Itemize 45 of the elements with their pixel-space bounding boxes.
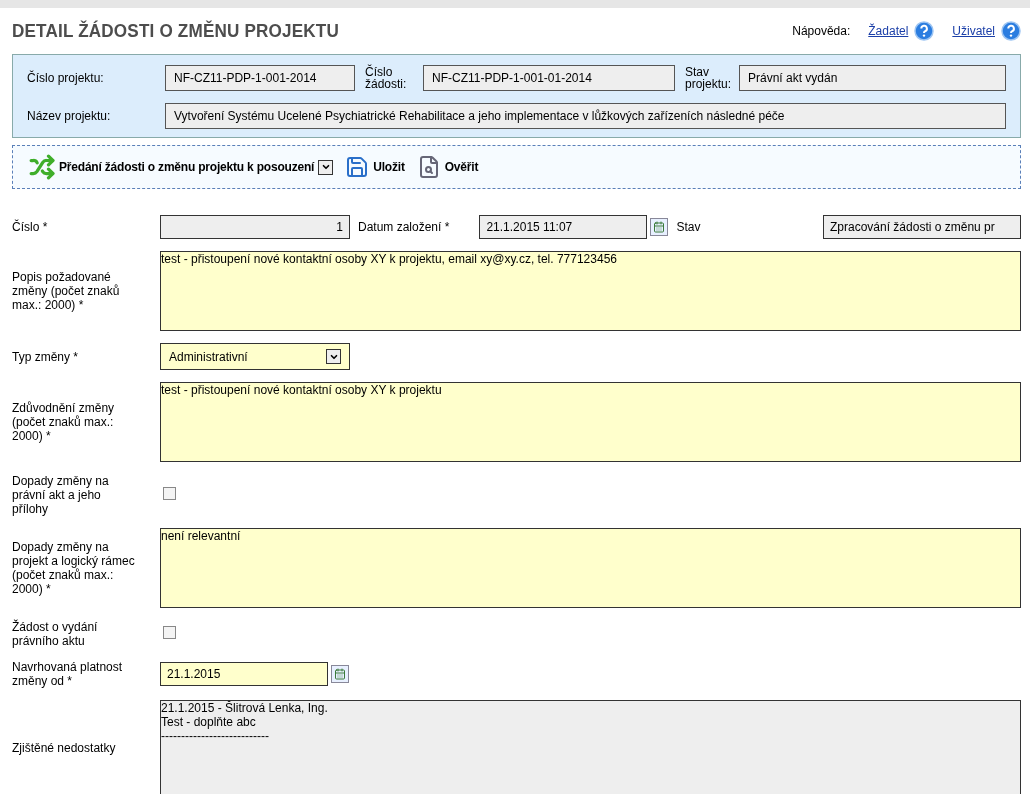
help-icon[interactable] bbox=[914, 21, 935, 41]
field-label: Stav bbox=[676, 220, 701, 234]
caret-icon[interactable] bbox=[318, 159, 334, 175]
submit-dropdown[interactable]: Předání žádosti o změnu projektu k posouzení bbox=[29, 154, 334, 180]
verify-button[interactable]: Ověřit bbox=[416, 155, 479, 179]
field-label: Dopady změny na projekt a logický rámec (počet znaků max.: 2000) * bbox=[12, 540, 136, 596]
date-field[interactable]: 21.1.2015 bbox=[160, 662, 328, 686]
help-icon[interactable] bbox=[1001, 21, 1021, 41]
field-label: Datum založení * bbox=[358, 220, 450, 234]
save-icon bbox=[345, 155, 370, 179]
help-link[interactable]: Uživatel bbox=[952, 24, 995, 38]
caret-icon[interactable] bbox=[326, 349, 341, 364]
field-label: Zjištěné nedostatky bbox=[12, 741, 117, 755]
field-label: Číslo žádosti: bbox=[364, 66, 408, 90]
state-field[interactable]: Zpracování žádosti o změnu pr bbox=[823, 215, 1021, 239]
help-link[interactable]: Žadatel bbox=[868, 24, 909, 38]
calendar-icon[interactable] bbox=[650, 218, 669, 236]
shuffle-icon bbox=[29, 154, 55, 180]
field-label: Číslo projektu: bbox=[27, 72, 105, 84]
calendar-icon[interactable] bbox=[331, 665, 349, 683]
date-field[interactable]: 21.1.2015 11:07 bbox=[479, 215, 648, 239]
text-area[interactable]: není relevantní bbox=[160, 528, 1021, 608]
text-area[interactable]: test - přistoupení nové kontaktní osoby XY k projektu bbox=[160, 382, 1021, 462]
field-label: Navrhovaná platnost změny od * bbox=[12, 660, 124, 688]
field-label: Typ změny * bbox=[12, 349, 80, 364]
checkbox[interactable] bbox=[163, 626, 176, 639]
number-field[interactable]: 1 bbox=[160, 215, 350, 239]
readonly-field: NF-CZ11-PDP-1-001-2014 bbox=[165, 65, 355, 91]
checkbox[interactable] bbox=[163, 487, 176, 500]
text-area[interactable]: test - přistoupení nové kontaktní osoby XY k projektu, email xy@xy.cz, tel. 777123456 bbox=[160, 251, 1021, 331]
help-label: Nápověda: bbox=[792, 24, 851, 38]
readonly-field: Vytvoření Systému Ucelené Psychiatrické Rehabilitace a jeho implementace v lůžkových zařízeních následné péče bbox=[165, 103, 1006, 129]
field-label: Zdůvodnění změny (počet znaků max.: 2000) * bbox=[12, 401, 116, 443]
field-label: Žádost o vydání právního aktu bbox=[12, 620, 99, 648]
field-label: Název projektu: bbox=[27, 110, 112, 122]
field-label: Číslo * bbox=[12, 220, 49, 234]
readonly-field: NF-CZ11-PDP-1-001-01-2014 bbox=[423, 65, 675, 91]
readonly-field: Právní akt vydán bbox=[739, 65, 1006, 91]
field-label: Dopady změny na právní akt a jeho přílohy bbox=[12, 474, 110, 516]
text-area[interactable]: 21.1.2015 - Šlitrová Lenka, Ing. Test - doplňte abc --------------------------- bbox=[160, 700, 1021, 794]
save-button[interactable]: Uložit bbox=[345, 155, 405, 179]
field-label: Stav projektu: bbox=[684, 66, 733, 90]
field-label: Popis požadované změny (počet znaků max.: 2000) * bbox=[12, 270, 121, 312]
page-title: DETAIL ŽÁDOSTI O ZMĚNU PROJEKTU bbox=[12, 20, 339, 42]
type-dropdown[interactable]: Administrativní bbox=[160, 343, 350, 370]
